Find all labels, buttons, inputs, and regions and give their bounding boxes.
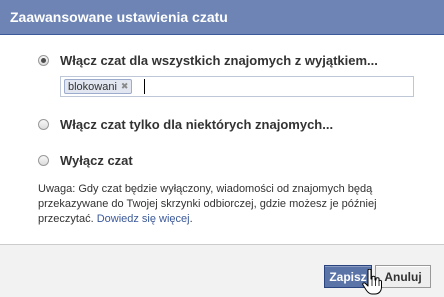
- learn-more-link[interactable]: Dowiedz się więcej: [97, 213, 190, 225]
- dialog-body: Włącz czat dla wszystkich znajomych z wy…: [0, 35, 444, 244]
- radio-enable-all-except[interactable]: [38, 54, 49, 66]
- advanced-chat-settings-dialog: Zaawansowane ustawienia czatu Włącz czat…: [0, 0, 444, 297]
- option-label: Wyłącz czat: [60, 152, 133, 168]
- token-label: blokowani: [68, 80, 117, 93]
- option-disable-chat[interactable]: Wyłącz czat: [38, 151, 133, 169]
- hand-pointer-icon: [362, 269, 382, 295]
- radio-enable-some[interactable]: [38, 118, 49, 130]
- option-label: Włącz czat dla wszystkich znajomych z wy…: [60, 52, 378, 68]
- dialog-title: Zaawansowane ustawienia czatu: [10, 9, 228, 25]
- radio-disable-chat[interactable]: [38, 154, 49, 166]
- token-blokowani: blokowani ✖: [64, 79, 133, 94]
- option-enable-all-except[interactable]: Włącz czat dla wszystkich znajomych z wy…: [38, 51, 378, 69]
- cancel-button[interactable]: Anuluj: [375, 265, 431, 288]
- dialog-titlebar: Zaawansowane ustawienia czatu: [0, 0, 444, 35]
- text-caret: [144, 79, 145, 94]
- note-text: Uwaga: Gdy czat będzie wyłączony, wiadom…: [38, 183, 377, 225]
- note-trailing: .: [189, 213, 193, 225]
- token-remove-icon[interactable]: ✖: [121, 81, 129, 92]
- exceptions-token-input[interactable]: blokowani ✖: [60, 76, 414, 97]
- option-label: Włącz czat tylko dla niektórych znajomyc…: [60, 116, 334, 132]
- option-enable-some[interactable]: Włącz czat tylko dla niektórych znajomyc…: [38, 115, 333, 133]
- chat-off-note: Uwaga: Gdy czat będzie wyłączony, wiadom…: [38, 182, 416, 227]
